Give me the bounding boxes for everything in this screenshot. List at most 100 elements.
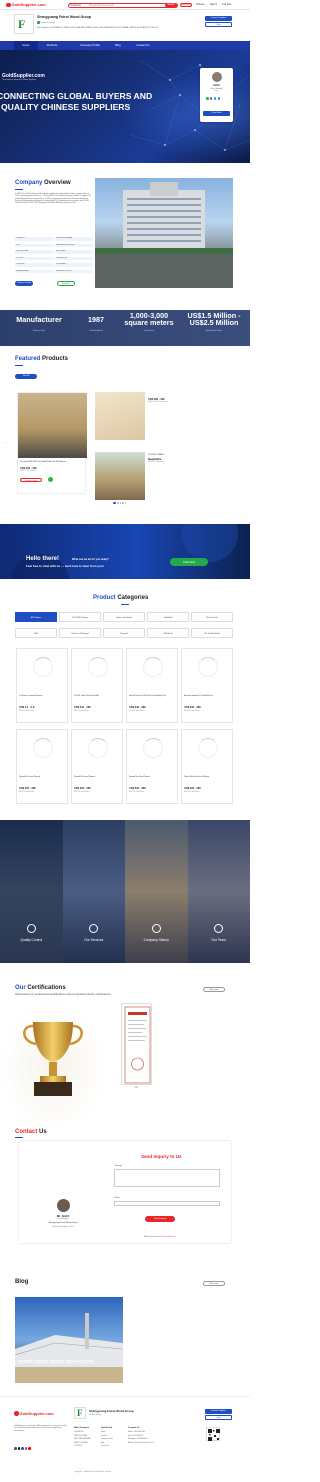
tab-category[interactable]: LVL Scaffold Plank — [191, 628, 233, 638]
featured-product-card[interactable]: LVL/PINE 1 BEAM 2 Negotiable MOQ: 20 Cen… — [95, 452, 231, 500]
search-button[interactable]: Search — [165, 3, 178, 9]
product-moq: MOQ: 20 Cubic Meters — [129, 791, 145, 793]
nav-company-profile[interactable]: Company Profile — [74, 41, 106, 50]
nav-home[interactable]: Home — [14, 41, 38, 50]
footer-link[interactable]: Products — [101, 1436, 107, 1437]
category-product-card[interactable]: Manual Drop Rush LVB Plank For Scaffoldi… — [126, 648, 178, 723]
send-inquiry-button[interactable]: Send Inquiry — [145, 1216, 175, 1222]
category-product-card[interactable]: 18mm 100mm Film Faced Plywood US$ 320 - 3… — [181, 729, 233, 804]
tab-all-products[interactable]: All Products — [15, 612, 57, 622]
footer-link[interactable]: Company Profile — [101, 1439, 113, 1440]
x-icon[interactable] — [17, 1447, 21, 1450]
stat-label: Business Type — [33, 330, 45, 332]
overview-text: In 1987, Futrui Wood Group and Shandong'… — [15, 193, 91, 205]
product-name[interactable]: Manual Drop Rush LVB Plank For Scaffoldi… — [129, 696, 177, 698]
whatsapp-icon[interactable] — [48, 477, 54, 483]
telegram-icon[interactable] — [213, 97, 217, 100]
category-product-card[interactable]: Australian Standard LVL Scaffold Planks U… — [181, 648, 233, 723]
email-icon[interactable] — [217, 97, 221, 100]
email-field[interactable] — [114, 1201, 220, 1206]
product-name[interactable]: Plywood Film Faced Plywood — [129, 777, 177, 779]
featured-product-card[interactable]: US$ 280 - 320 MOQ: 20 Cubic Centimeters — [95, 392, 231, 440]
product-name[interactable]: 18mm 100mm Film Faced Plywood — [184, 777, 232, 779]
category-product-card[interactable]: Plywood Film Faced Plywood US$ 320 - 380 M… — [126, 729, 178, 804]
footer-link[interactable]: Contact Us — [101, 1446, 109, 1447]
product-name[interactable]: Plywood Film Faced Plywood — [74, 777, 122, 779]
footer-link[interactable]: PARTICLE BOARD — [74, 1443, 88, 1444]
search-input[interactable]: Please Enter Keywords — [89, 4, 114, 7]
certs-view-more-button[interactable]: View more — [203, 987, 225, 992]
footer-contact-button[interactable]: Contact Supplier — [205, 1409, 232, 1414]
chat-button[interactable]: Chat — [205, 22, 232, 27]
footer-link[interactable]: Home — [101, 1432, 105, 1433]
tab-category[interactable]: OSB Board — [147, 628, 189, 638]
category-product-card[interactable]: Plywood Film Faced Plywood US$ 320 - 380 M… — [16, 729, 68, 804]
search-bar[interactable]: Products Please Enter Keywords Search — [68, 2, 178, 9]
certificate-image[interactable] — [121, 1003, 152, 1085]
chat-now-button[interactable]: Chat Now — [170, 557, 208, 566]
company-name[interactable]: Shengyuang Futrui Wood Group — [37, 15, 91, 19]
tag-cell: POPLAR LVL — [15, 237, 54, 241]
gallery-label: Quality Control — [20, 938, 43, 942]
facebook-icon[interactable] — [14, 1447, 17, 1450]
featured-view-all-button[interactable]: View All — [15, 374, 37, 379]
tab-category[interactable]: Plywood — [103, 628, 145, 638]
blog-image[interactable] — [15, 1297, 123, 1383]
free-rfq-button[interactable]: Free RFQ — [180, 3, 192, 7]
instagram-icon[interactable] — [24, 1447, 28, 1450]
product-name[interactable]: Top Quality MDF E16 Pine Scaffold Planks… — [20, 461, 84, 463]
footer-logo[interactable]: GoldSupplier.com — [14, 1411, 54, 1416]
request-quote-button[interactable]: Request Quote — [20, 477, 42, 483]
footer-link[interactable]: POPLAR LVL — [74, 1432, 84, 1433]
youtube-icon[interactable] — [28, 1447, 31, 1450]
language-link[interactable]: Chinese — [196, 4, 204, 6]
next-arrow-icon[interactable]: › — [238, 440, 242, 444]
tab-category[interactable]: Solid Bord — [147, 612, 189, 622]
tab-category[interactable]: Plastic Board — [191, 612, 233, 622]
agent-chat-button[interactable]: Chat Now — [203, 111, 230, 116]
tab-category[interactable]: MDF — [15, 628, 57, 638]
search-type-select[interactable]: Products — [71, 4, 81, 7]
featured-product-card[interactable]: Top Quality MDF E16 Pine Scaffold Planks… — [17, 392, 87, 494]
trophy-image — [0, 1000, 107, 1122]
message-textarea[interactable] — [114, 1169, 220, 1187]
nav-contact-us[interactable]: Contact Us — [131, 41, 155, 50]
tab-category[interactable]: Film Faced Plywood — [59, 628, 101, 638]
product-price: US$ 300 - 380 — [184, 706, 201, 709]
tab-category[interactable]: Poplar Lama Board — [103, 612, 145, 622]
category-product-card[interactable]: LVL Beam for Formwork Material US$ 0.1 - … — [16, 648, 68, 723]
product-catalog-button[interactable]: Product Catalog — [15, 281, 33, 286]
category-product-card[interactable]: Plywood Film Faced Plywood US$ 320 - 380 M… — [71, 729, 123, 804]
download-button[interactable]: Download — [57, 281, 75, 286]
company-logo: F — [14, 14, 34, 34]
product-name[interactable]: LVL/PINE 1 BEAM 2 — [148, 454, 164, 456]
product-price: US$ 300 - 300 — [20, 467, 37, 470]
blog-caption[interactable]: FUTRUI WOOD GROUP BIG FACTORY — [18, 1359, 120, 1365]
product-name[interactable]: LVL/OSL Timber Plank For Scaffold — [74, 696, 122, 698]
chat-now-link[interactable]: Chat us Right now! — [161, 1236, 176, 1238]
prev-arrow-icon[interactable]: ‹ — [4, 440, 8, 444]
tab-category[interactable]: LVL/LVB/LVL Beam — [59, 612, 101, 622]
sign-in-link[interactable]: Sign In — [210, 4, 217, 6]
contact-supplier-button[interactable]: Contact Supplier — [205, 15, 232, 21]
linkedin-icon[interactable] — [21, 1447, 24, 1450]
footer-link[interactable]: Blog — [101, 1443, 104, 1444]
goldsupplier-logo[interactable]: GoldSupplier.com — [6, 2, 46, 8]
product-name[interactable]: Plywood Film Faced Plywood — [19, 777, 67, 779]
whatsapp-icon[interactable] — [206, 97, 209, 100]
footer-link[interactable]: MDF PLASTERBOARD — [74, 1439, 91, 1440]
nav-products[interactable]: Products — [42, 41, 62, 50]
chat-prompt: Want the best price? Chat us Right now! — [144, 1236, 177, 1238]
viber-icon[interactable] — [209, 97, 213, 100]
nav-blog[interactable]: Blog — [110, 41, 126, 50]
footer-link[interactable]: PINE GLUDTLAM — [74, 1436, 87, 1437]
footer-link[interactable]: PLYWOOD — [74, 1446, 82, 1447]
footer-company-name[interactable]: Shengyuang Futrui Wood Group — [89, 1409, 134, 1413]
footer-chat-button[interactable]: Chat — [205, 1415, 232, 1420]
join-free-link[interactable]: Join Free — [222, 4, 232, 6]
blog-view-more-button[interactable]: View more — [203, 1281, 225, 1286]
loading-spinner-icon — [198, 738, 218, 758]
product-name[interactable]: LVL Beam for Formwork Material — [19, 696, 67, 698]
category-product-card[interactable]: LVL/OSL Timber Plank For Scaffold US$ 340… — [71, 648, 123, 723]
product-name[interactable]: Australian Standard LVL Scaffold Planks — [184, 696, 232, 698]
